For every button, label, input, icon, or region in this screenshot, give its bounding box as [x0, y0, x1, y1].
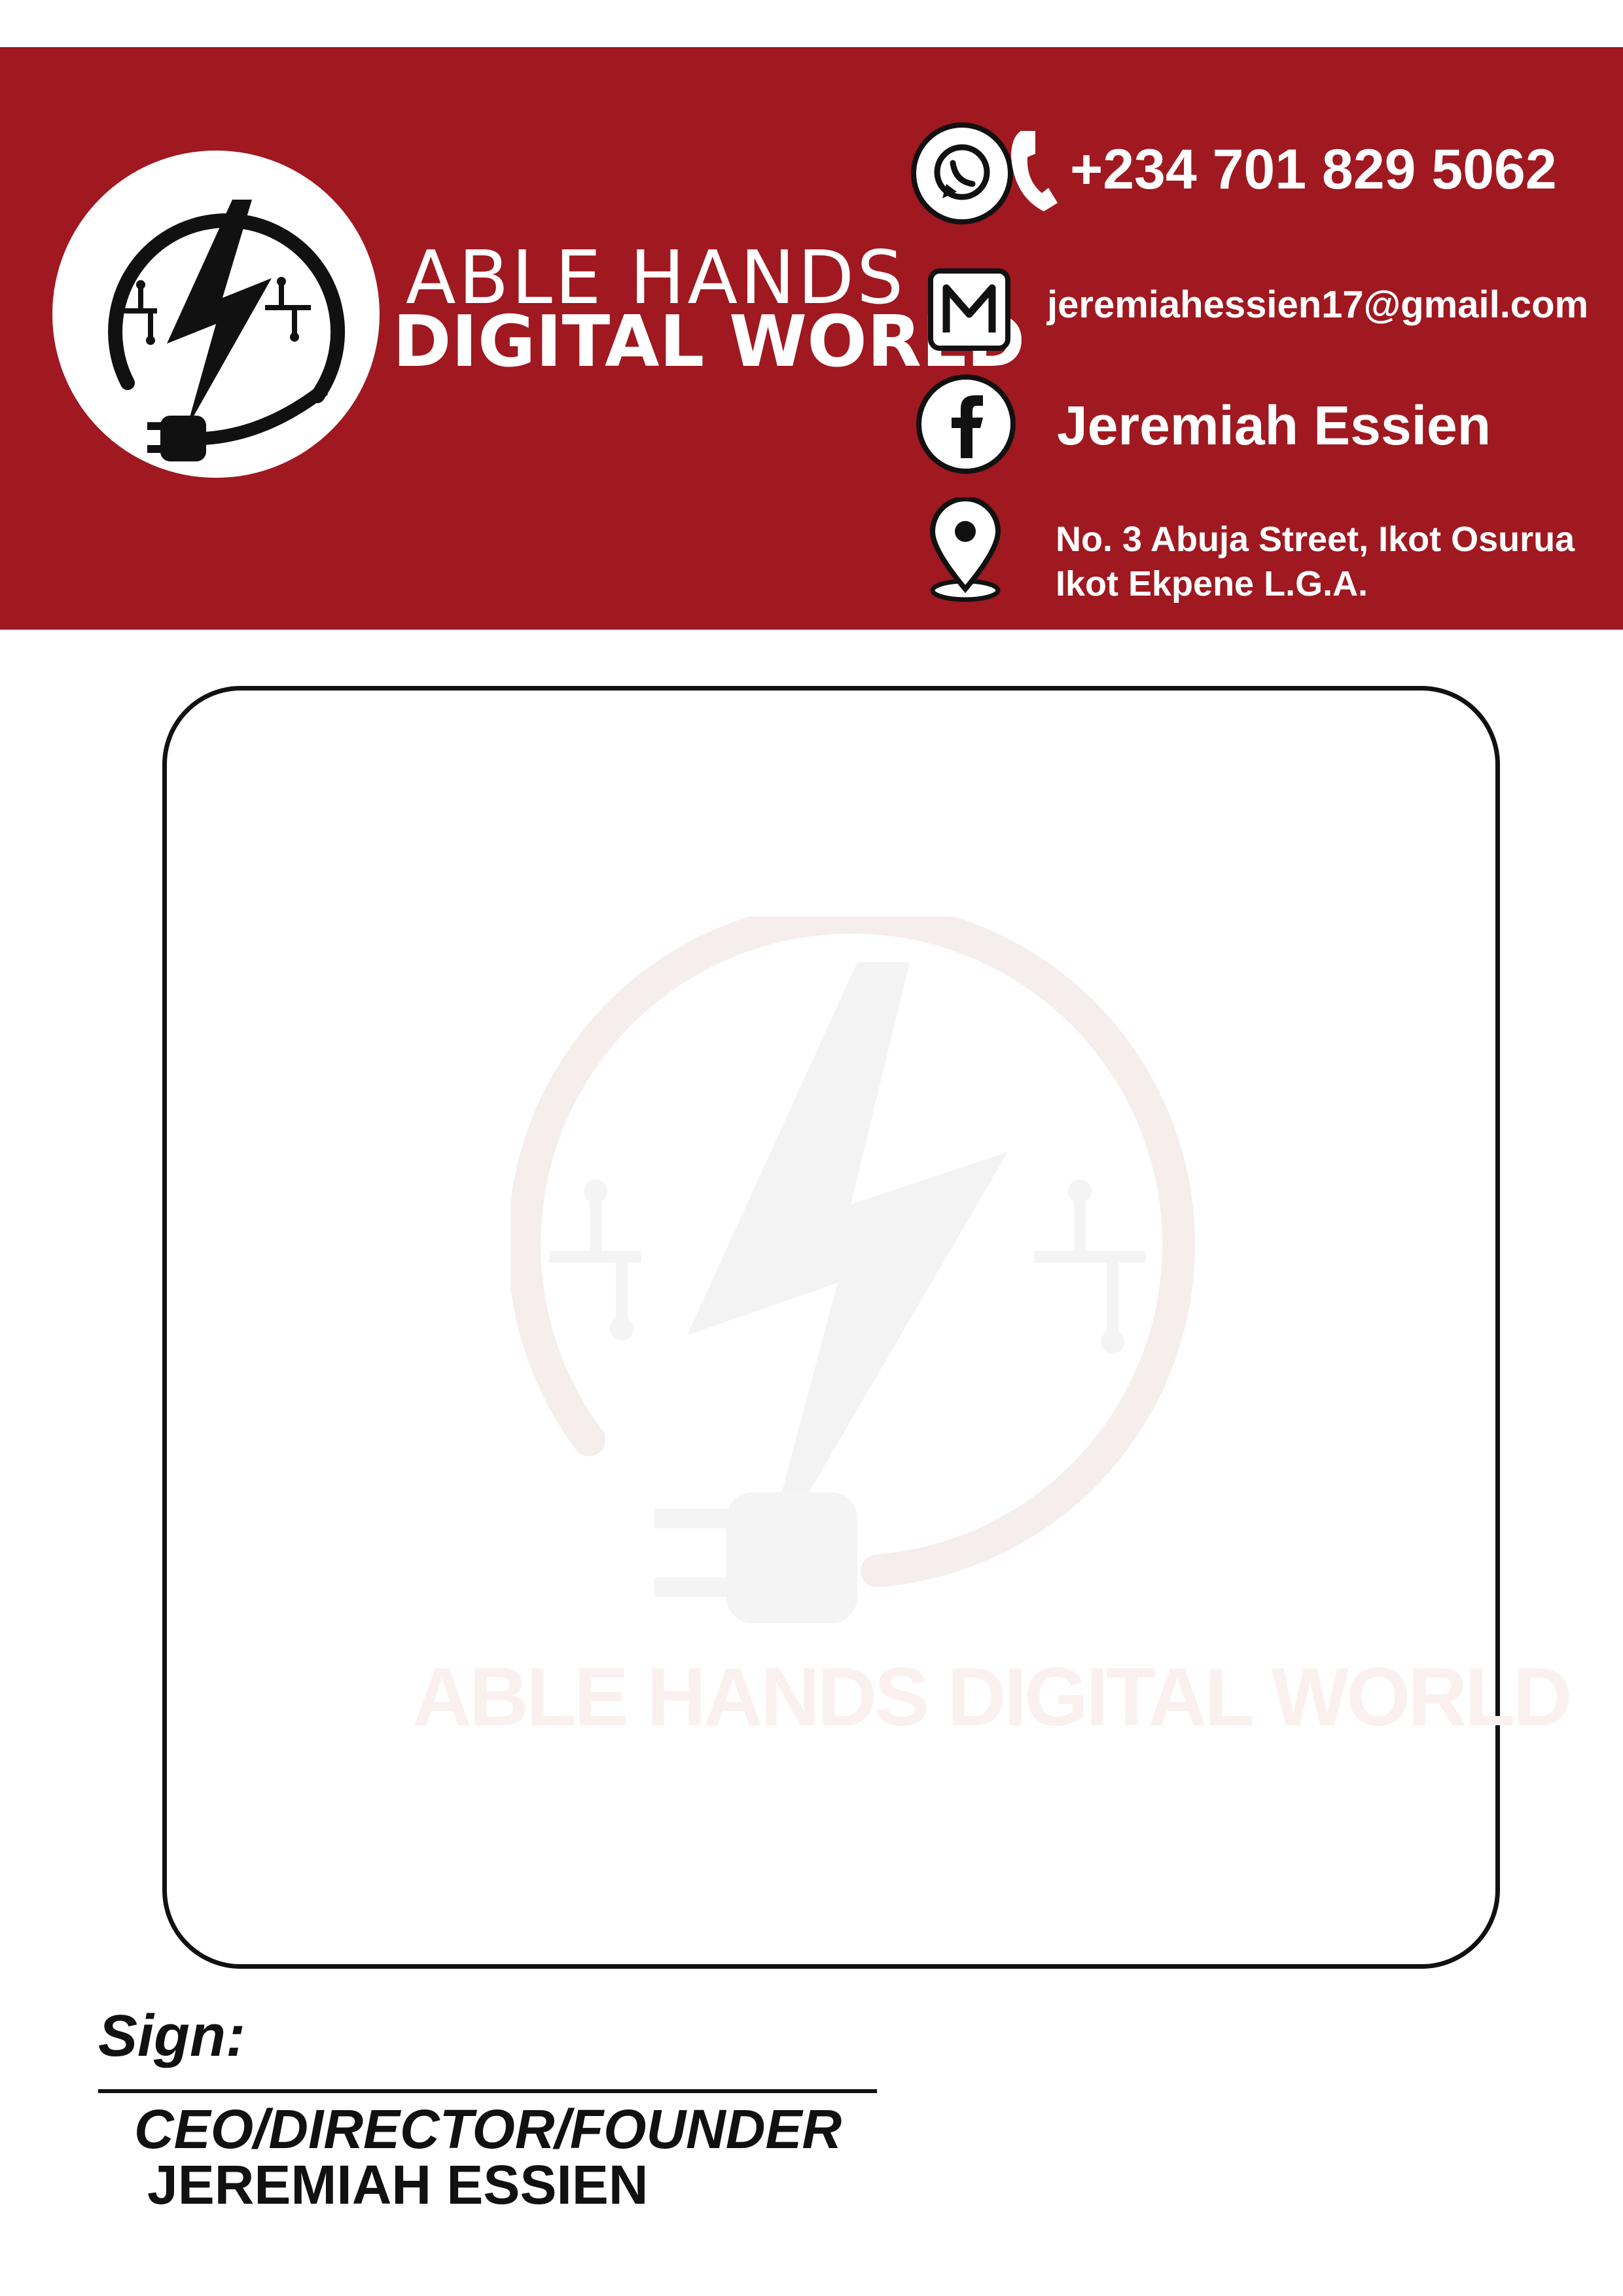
watermark-text: ABLE HANDS DIGITAL WORLD: [412, 1651, 1572, 1743]
phone-icon: [1011, 131, 1058, 211]
facebook-icon: [916, 374, 1016, 474]
signer-name: JEREMIAH ESSIEN: [147, 2154, 649, 2215]
location-pin-icon: [929, 497, 1001, 602]
whatsapp-icon: [911, 122, 1013, 224]
phone-number: +234 701 829 5062: [1070, 138, 1557, 201]
address-line1: No. 3 Abuja Street, Ikot Osurua: [1056, 520, 1575, 559]
sign-label: Sign:: [98, 2003, 245, 2069]
mail-icon: [928, 268, 1010, 351]
email-address: jeremiahessien17@gmail.com: [1047, 283, 1589, 326]
address-line2: Ikot Ekpene L.G.A.: [1056, 564, 1368, 603]
facebook-name: Jeremiah Essien: [1057, 395, 1491, 456]
signer-role: CEO/DIRECTOR/FOUNDER: [134, 2098, 842, 2160]
address: No. 3 Abuja Street, Ikot Osurua Ikot Ekp…: [1056, 517, 1575, 606]
signature-line: [98, 2089, 877, 2093]
watermark-logo-icon: [510, 916, 1196, 1623]
logo-icon: [52, 151, 380, 478]
